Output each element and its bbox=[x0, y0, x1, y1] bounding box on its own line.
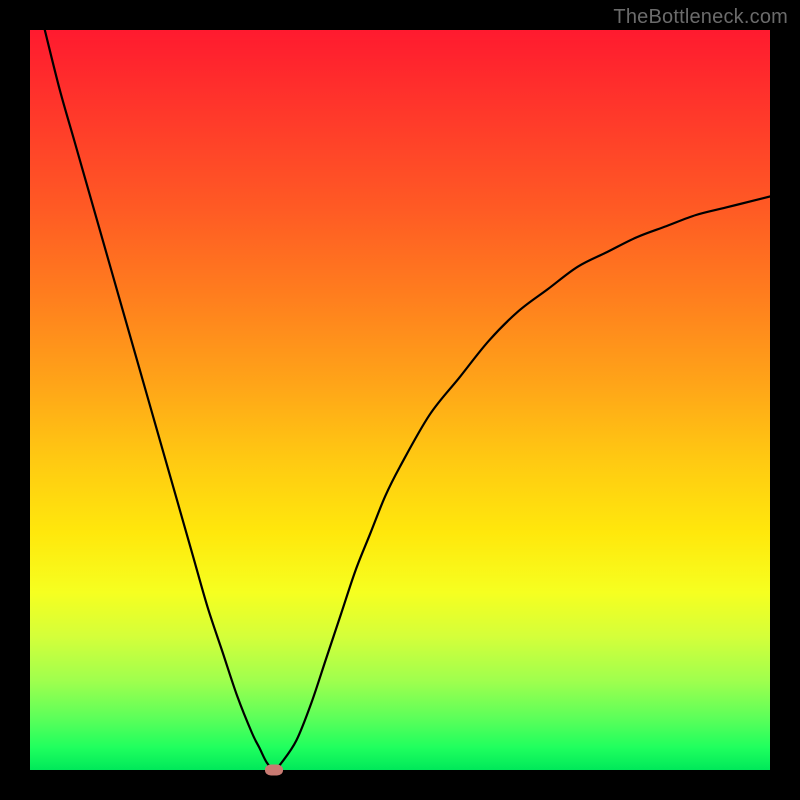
chart-frame: TheBottleneck.com bbox=[0, 0, 800, 800]
watermark-text: TheBottleneck.com bbox=[613, 6, 788, 29]
plot-area bbox=[30, 30, 770, 770]
